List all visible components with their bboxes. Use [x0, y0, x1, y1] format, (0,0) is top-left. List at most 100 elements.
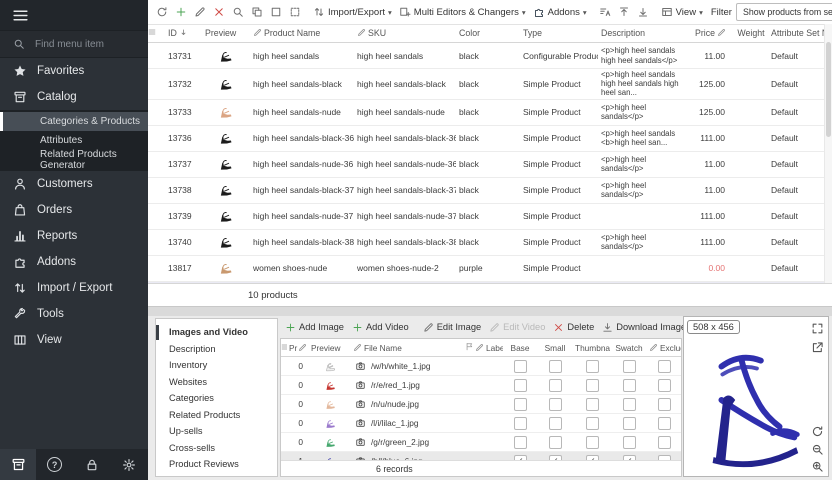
sidebar-item-related-products-generator[interactable]: Related Products Generator	[0, 150, 148, 169]
tab-cross-sells[interactable]: Cross-sells	[156, 440, 277, 457]
multi-editors-menu[interactable]: Multi Editors & Changers▾	[396, 4, 529, 20]
select-all-button[interactable]	[267, 4, 285, 20]
sidebar-item-tools[interactable]: Tools	[0, 301, 148, 327]
image-flag-checkbox[interactable]	[658, 436, 671, 449]
sidebar-item-addons[interactable]: Addons	[0, 249, 148, 275]
product-row[interactable]: 13817women shoes-nudewomen shoes-nude-2p…	[148, 255, 824, 281]
tab-inventory[interactable]: Inventory	[156, 357, 277, 374]
column-header-color[interactable]: Color	[456, 24, 520, 43]
move-top-button[interactable]	[615, 4, 633, 20]
sidebar-item-favorites[interactable]: Favorites	[0, 58, 148, 84]
image-row[interactable]: 0/w/h/white_1.jpg	[281, 357, 681, 376]
image-flag-checkbox[interactable]	[586, 398, 599, 411]
image-row[interactable]: 0/n/u/nude.jpg	[281, 395, 681, 414]
image-flag-checkbox[interactable]	[586, 360, 599, 373]
edit-image-button[interactable]: Edit Image	[420, 320, 484, 335]
image-flag-checkbox[interactable]	[549, 436, 562, 449]
column-header-type[interactable]: Type	[520, 24, 598, 43]
menu-toggle-button[interactable]	[0, 0, 148, 30]
sidebar-item-orders[interactable]: Orders	[0, 197, 148, 223]
column-header-id[interactable]: ID	[158, 24, 202, 43]
import-export-menu[interactable]: Import/Export▾	[310, 4, 395, 20]
duplicate-button[interactable]	[248, 4, 266, 20]
product-row[interactable]: 13732high heel sandals-blackhigh heel sa…	[148, 69, 824, 100]
image-flag-checkbox[interactable]	[549, 417, 562, 430]
image-flag-checkbox[interactable]	[658, 379, 671, 392]
image-flag-checkbox[interactable]	[586, 379, 599, 392]
product-row[interactable]: 13738high heel sandals-black-37high heel…	[148, 177, 824, 203]
add-image-button[interactable]: Add Image	[282, 320, 347, 335]
sidebar-item-customers[interactable]: Customers	[0, 171, 148, 197]
tab-description[interactable]: Description	[156, 341, 277, 358]
product-row[interactable]: 13731high heel sandalshigh heel sandalsb…	[148, 43, 824, 69]
column-header-exclude[interactable]: Exclude	[647, 339, 681, 357]
column-header-thumbnail[interactable]: Thumbna	[573, 339, 611, 357]
tab-product-reviews[interactable]: Product Reviews	[156, 456, 277, 473]
column-header-product-name[interactable]: Product Name	[250, 24, 354, 43]
image-row[interactable]: 0/g/r/green_2.jpg	[281, 433, 681, 452]
tab-related-products[interactable]: Related Products	[156, 407, 277, 424]
sidebar-item-reports[interactable]: Reports	[0, 223, 148, 249]
add-product-button[interactable]	[172, 4, 190, 20]
column-header-small[interactable]: Small	[537, 339, 573, 357]
image-flag-checkbox[interactable]	[514, 398, 527, 411]
image-flag-checkbox[interactable]	[514, 360, 527, 373]
edit-product-button[interactable]	[191, 4, 209, 20]
product-row[interactable]: 13736high heel sandals-black-36high heel…	[148, 125, 824, 151]
tab-websites[interactable]: Websites	[156, 374, 277, 391]
image-flag-checkbox[interactable]	[514, 417, 527, 430]
delete-product-button[interactable]	[210, 4, 228, 20]
lock-button[interactable]	[73, 458, 110, 472]
deselect-button[interactable]	[286, 4, 304, 20]
column-header-sku[interactable]: SKU	[354, 24, 456, 43]
sidebar-item-import-export[interactable]: Import / Export	[0, 275, 148, 301]
search-button[interactable]	[229, 4, 247, 20]
image-flag-checkbox[interactable]	[514, 379, 527, 392]
move-bottom-button[interactable]	[634, 4, 652, 20]
tab-up-sells[interactable]: Up-sells	[156, 423, 277, 440]
scrollbar-thumb[interactable]	[826, 42, 831, 137]
filter-select[interactable]: Show products from selected categories ▾	[736, 3, 832, 21]
sidebar-item-view[interactable]: View	[0, 327, 148, 353]
column-header-file-name[interactable]: File Name	[351, 339, 463, 357]
image-row[interactable]: 0/r/e/red_1.jpg	[281, 376, 681, 395]
image-flag-checkbox[interactable]	[549, 379, 562, 392]
view-menu[interactable]: View▾	[658, 4, 706, 20]
sidebar-search[interactable]	[0, 30, 148, 58]
product-row[interactable]: 13739high heel sandals-nude-37high heel …	[148, 203, 824, 229]
menu-search-input[interactable]	[33, 38, 129, 51]
sidebar-item-categories-products[interactable]: Categories & Products	[0, 112, 148, 131]
column-header-position[interactable]: Pr	[287, 339, 309, 357]
column-header-preview[interactable]: Preview	[309, 339, 351, 357]
sidebar-item-attributes[interactable]: Attributes	[0, 131, 148, 150]
sidebar-item-catalog[interactable]: Catalog	[0, 84, 148, 110]
vertical-scrollbar[interactable]	[824, 24, 832, 283]
image-flag-checkbox[interactable]	[586, 417, 599, 430]
product-row[interactable]: 13737high heel sandals-nude-36high heel …	[148, 151, 824, 177]
column-header-swatch[interactable]: Swatch	[611, 339, 647, 357]
image-flag-checkbox[interactable]	[623, 417, 636, 430]
catalog-module-button[interactable]	[0, 449, 36, 480]
image-flag-checkbox[interactable]	[586, 436, 599, 449]
image-flag-checkbox[interactable]	[514, 436, 527, 449]
sort-az-button[interactable]	[596, 4, 614, 20]
product-row[interactable]: 13733high heel sandals-nudehigh heel san…	[148, 99, 824, 125]
delete-image-button[interactable]: Delete	[550, 320, 597, 335]
addons-menu[interactable]: Addons▾	[530, 4, 590, 20]
column-header-flag[interactable]	[463, 339, 473, 357]
column-header-attribute-set[interactable]: Attribute Set Name	[768, 24, 824, 43]
add-video-button[interactable]: Add Video	[349, 320, 412, 335]
image-flag-checkbox[interactable]	[623, 360, 636, 373]
column-header-weight[interactable]: Weight	[734, 24, 768, 43]
image-flag-checkbox[interactable]	[549, 398, 562, 411]
image-flag-checkbox[interactable]	[623, 436, 636, 449]
tab-categories[interactable]: Categories	[156, 390, 277, 407]
image-flag-checkbox[interactable]	[623, 398, 636, 411]
column-header-price[interactable]: Price	[692, 24, 734, 43]
download-image-button[interactable]: Download Image	[599, 320, 689, 335]
column-header-label[interactable]: Label	[473, 339, 503, 357]
help-button[interactable]: ?	[36, 457, 73, 472]
image-flag-checkbox[interactable]	[623, 379, 636, 392]
image-flag-checkbox[interactable]	[549, 360, 562, 373]
image-flag-checkbox[interactable]	[658, 417, 671, 430]
